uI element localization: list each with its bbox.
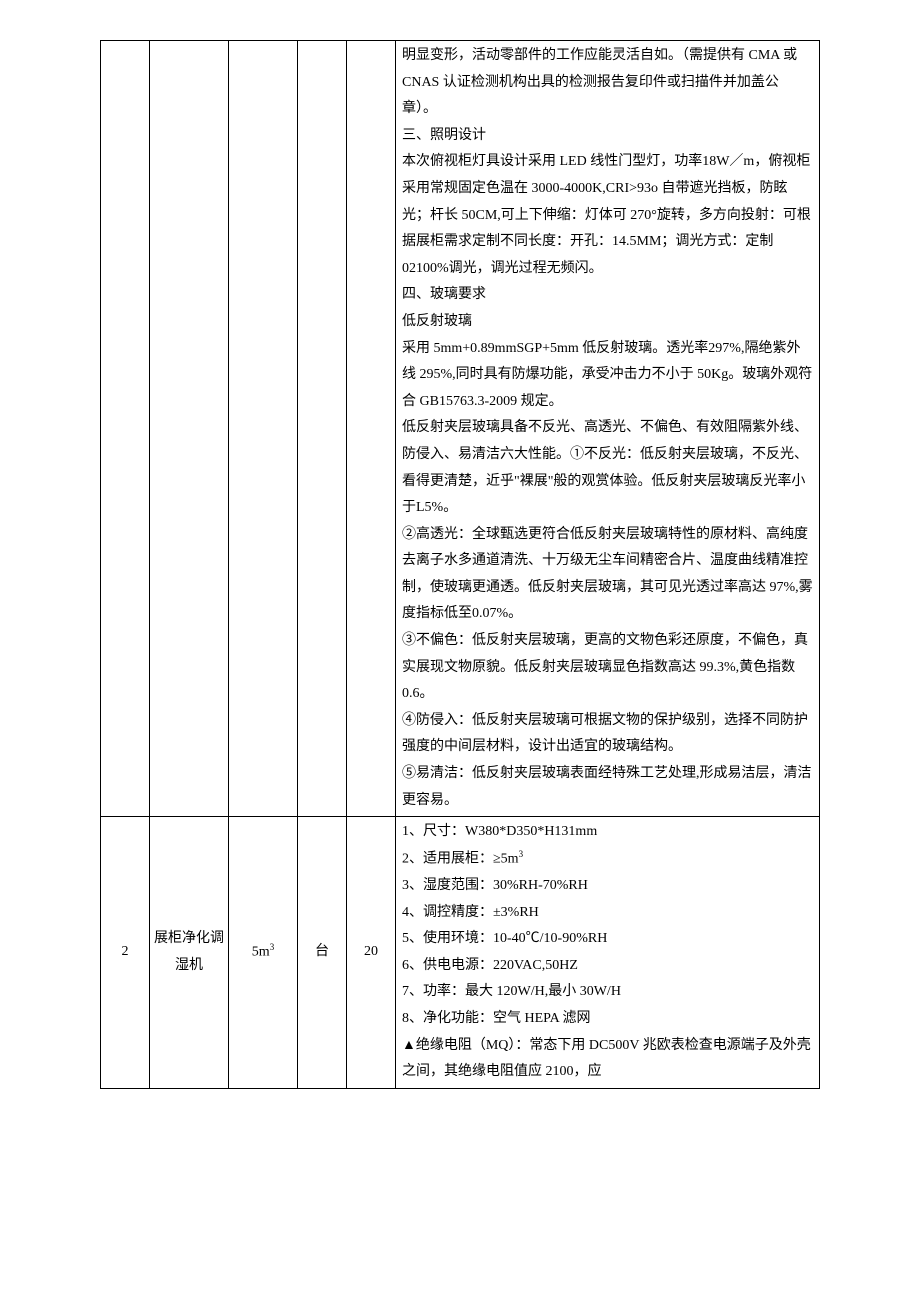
cell-desc: 明显变形，活动零部件的工作应能灵活自如。（需提供有 CMA 或 CNAS 认证检… xyxy=(396,41,820,817)
cell-spec xyxy=(229,41,298,817)
cell-qty xyxy=(347,41,396,817)
cell-index: 2 xyxy=(101,817,150,1089)
cell-qty: 20 xyxy=(347,817,396,1089)
spec-table: 明显变形，活动零部件的工作应能灵活自如。（需提供有 CMA 或 CNAS 认证检… xyxy=(100,40,820,1089)
cell-name: 展柜净化调湿机 xyxy=(150,817,229,1089)
cell-unit xyxy=(298,41,347,817)
cell-index xyxy=(101,41,150,817)
cell-desc: 1、尺寸：W380*D350*H131mm2、适用展柜：≥5m33、湿度范围：3… xyxy=(396,817,820,1089)
cell-name xyxy=(150,41,229,817)
table-row: 2 展柜净化调湿机 5m3 台 20 1、尺寸：W380*D350*H131mm… xyxy=(101,817,820,1089)
cell-unit: 台 xyxy=(298,817,347,1089)
table-row: 明显变形，活动零部件的工作应能灵活自如。（需提供有 CMA 或 CNAS 认证检… xyxy=(101,41,820,817)
cell-spec: 5m3 xyxy=(229,817,298,1089)
